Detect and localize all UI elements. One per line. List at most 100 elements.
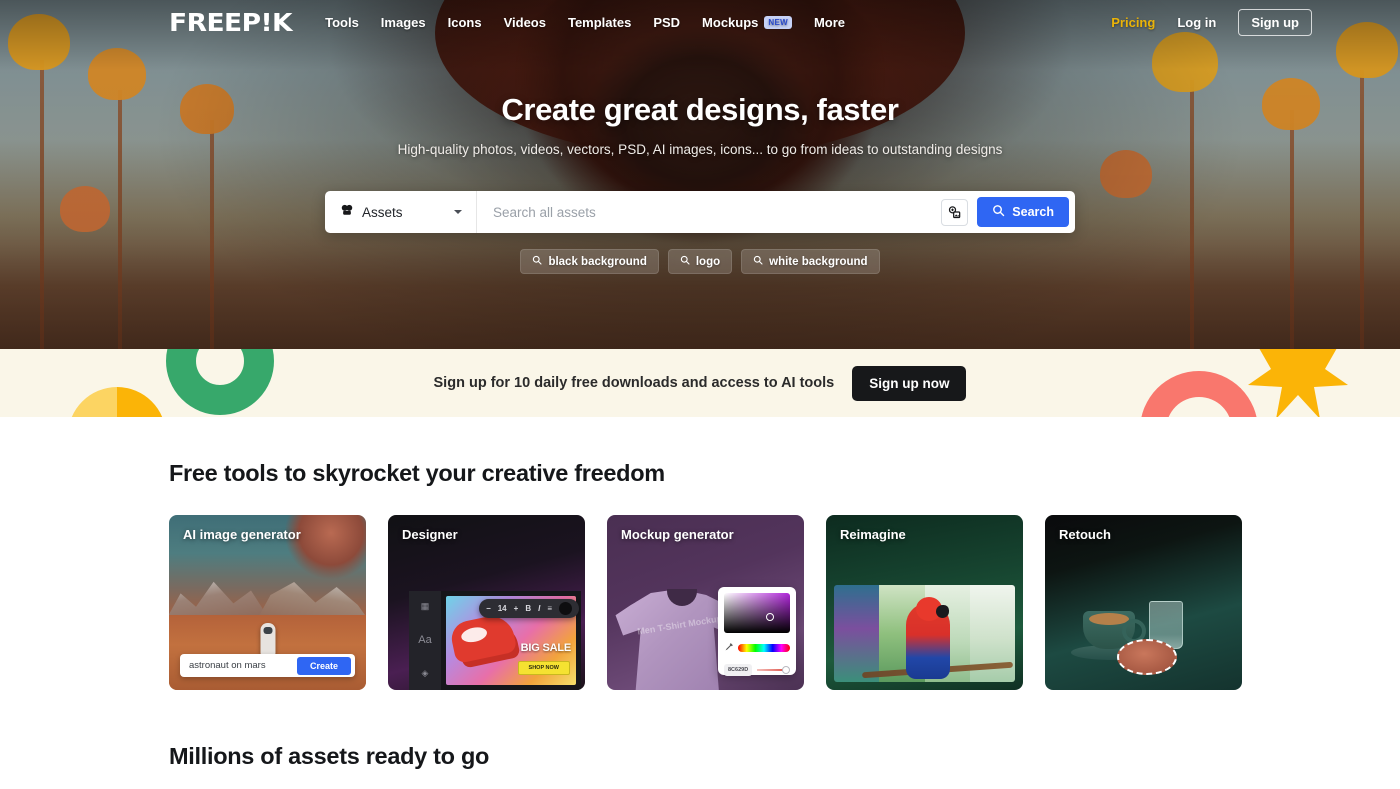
search-bar: Assets Search all assets Search (325, 191, 1075, 233)
page-root: FREEP!K Tools Images Icons Videos Templa… (0, 0, 1400, 789)
color-swatch-button[interactable] (559, 602, 572, 615)
nav-item-tools[interactable]: Tools (325, 15, 359, 30)
astronaut-figure (260, 623, 275, 657)
italic-button[interactable]: I (538, 604, 540, 613)
nav-label: Templates (567, 14, 632, 30)
artwork-cta: SHOP NOW (517, 661, 570, 675)
bold-button[interactable]: B (525, 604, 531, 613)
signup-button[interactable]: Sign up (1238, 8, 1312, 36)
main-content: Free tools to skyrocket your creative fr… (0, 460, 1400, 770)
font-size-value[interactable]: 14 (498, 604, 507, 613)
yellow-star-shape (1248, 349, 1348, 417)
suggestion-chip-black-background[interactable]: black background (520, 249, 659, 274)
chip-label: white background (769, 255, 868, 268)
text-icon: Aa (418, 634, 432, 646)
search-suggestion-chips: black background logo white background (520, 249, 880, 274)
eyedropper-icon[interactable] (724, 639, 734, 657)
tool-card-designer[interactable]: Designer ▦ Aa ◈ BIG SALE SHOP NOW − 14 +… (388, 515, 585, 690)
nav-label: Images (380, 14, 426, 30)
slider-knob[interactable] (782, 666, 790, 674)
increase-font-button[interactable]: + (514, 604, 519, 613)
nav-item-images[interactable]: Images (381, 15, 426, 30)
nav-item-icons[interactable]: Icons (448, 15, 482, 30)
promo-banner: Sign up for 10 daily free downloads and … (0, 349, 1400, 417)
hue-row (724, 639, 790, 657)
chip-label: black background (548, 255, 647, 268)
tool-card-ai-image-generator[interactable]: AI image generator astronaut on mars Cre… (169, 515, 366, 690)
ai-prompt-input[interactable]: astronaut on mars (189, 660, 297, 671)
assets-section-title: Millions of assets ready to go (169, 743, 490, 769)
promo-text: Sign up for 10 daily free downloads and … (433, 375, 835, 391)
top-navigation-bar: FREEP!K Tools Images Icons Videos Templa… (0, 0, 1400, 44)
assets-icon (340, 203, 354, 222)
tool-card-label: Reimagine (840, 527, 906, 542)
nav-item-templates[interactable]: Templates (568, 15, 631, 30)
chip-label: logo (695, 255, 721, 268)
nav-label: Videos (503, 14, 546, 30)
chevron-down-icon (454, 210, 462, 214)
align-button[interactable]: ≡ (547, 604, 552, 613)
tool-card-mockup-generator[interactable]: Mockup generator Men T-Shirt Mockup 8C62… (607, 515, 804, 690)
search-icon (753, 255, 763, 268)
nav-label: Tools (325, 14, 359, 30)
tool-card-reimagine[interactable]: Reimagine (826, 515, 1023, 690)
account-actions: Pricing Log in Sign up (1111, 8, 1312, 36)
main-nav: Tools Images Icons Videos Templates PSD (325, 15, 845, 30)
nav-label: PSD (653, 14, 681, 30)
search-button[interactable]: Search (977, 197, 1069, 227)
image-search-icon[interactable] (941, 198, 969, 226)
hero-title: Create great designs, faster (501, 92, 899, 127)
selected-cookie-object (1117, 639, 1177, 675)
nav-item-more[interactable]: More (814, 15, 845, 30)
new-badge: NEW (764, 15, 792, 29)
signup-now-button[interactable]: Sign up now (852, 365, 967, 401)
grid-icon: ▦ (420, 601, 430, 611)
hero-subtitle: High-quality photos, videos, vectors, PS… (397, 142, 1003, 157)
shapes-icon: ◈ (421, 668, 429, 678)
search-icon (532, 255, 542, 268)
search-icon (992, 204, 1005, 220)
promo-content: Sign up for 10 daily free downloads and … (433, 365, 967, 401)
nav-item-mockups[interactable]: Mockups NEW (702, 15, 792, 30)
nav-label: Mockups (702, 14, 759, 30)
suggestion-chip-white-background[interactable]: white background (741, 249, 880, 274)
freepik-logo[interactable]: FREEP!K (169, 10, 293, 35)
search-category-label: Assets (362, 204, 403, 220)
create-button[interactable]: Create (296, 656, 351, 675)
nav-label: Icons (447, 14, 482, 30)
sneaker-image (448, 611, 518, 665)
decrease-font-button[interactable]: − (486, 604, 491, 613)
parrot-image (906, 597, 951, 679)
pricing-link[interactable]: Pricing (1111, 15, 1155, 30)
hex-value-field[interactable]: 8C629D (724, 664, 753, 676)
search-icon (680, 255, 690, 268)
tool-card-label: Designer (402, 527, 458, 542)
nav-item-psd[interactable]: PSD (653, 15, 680, 30)
tool-card-label: Mockup generator (621, 527, 734, 542)
search-input[interactable] (477, 191, 942, 233)
tool-card-label: Retouch (1059, 527, 1111, 542)
artwork-headline: BIG SALE (520, 642, 572, 654)
opacity-slider[interactable] (757, 666, 790, 674)
variant-strip (834, 585, 880, 682)
coral-arch-shape (1140, 371, 1258, 417)
search-button-label: Search (1012, 205, 1054, 219)
suggestion-chip-logo[interactable]: logo (667, 249, 733, 274)
color-picker-panel: 8C629D (718, 587, 796, 676)
nav-item-videos[interactable]: Videos (504, 15, 546, 30)
search-category-dropdown[interactable]: Assets (325, 191, 477, 233)
tools-section-title: Free tools to skyrocket your creative fr… (169, 460, 665, 486)
hue-slider[interactable] (738, 644, 790, 652)
designer-text-toolbar: − 14 + B I ≡ (479, 599, 579, 618)
half-circle-shape (68, 387, 166, 417)
login-link[interactable]: Log in (1177, 15, 1216, 30)
designer-sidebar: ▦ Aa ◈ (409, 591, 441, 690)
tool-card-label: AI image generator (183, 527, 301, 542)
ai-prompt-row: astronaut on mars Create (180, 654, 355, 677)
nav-label: More (813, 14, 846, 30)
color-handle[interactable] (766, 613, 774, 621)
slider-track (757, 669, 784, 671)
saturation-value-area[interactable] (724, 593, 790, 633)
tool-card-retouch[interactable]: Retouch (1045, 515, 1242, 690)
tools-carousel: AI image generator astronaut on mars Cre… (169, 515, 1400, 690)
